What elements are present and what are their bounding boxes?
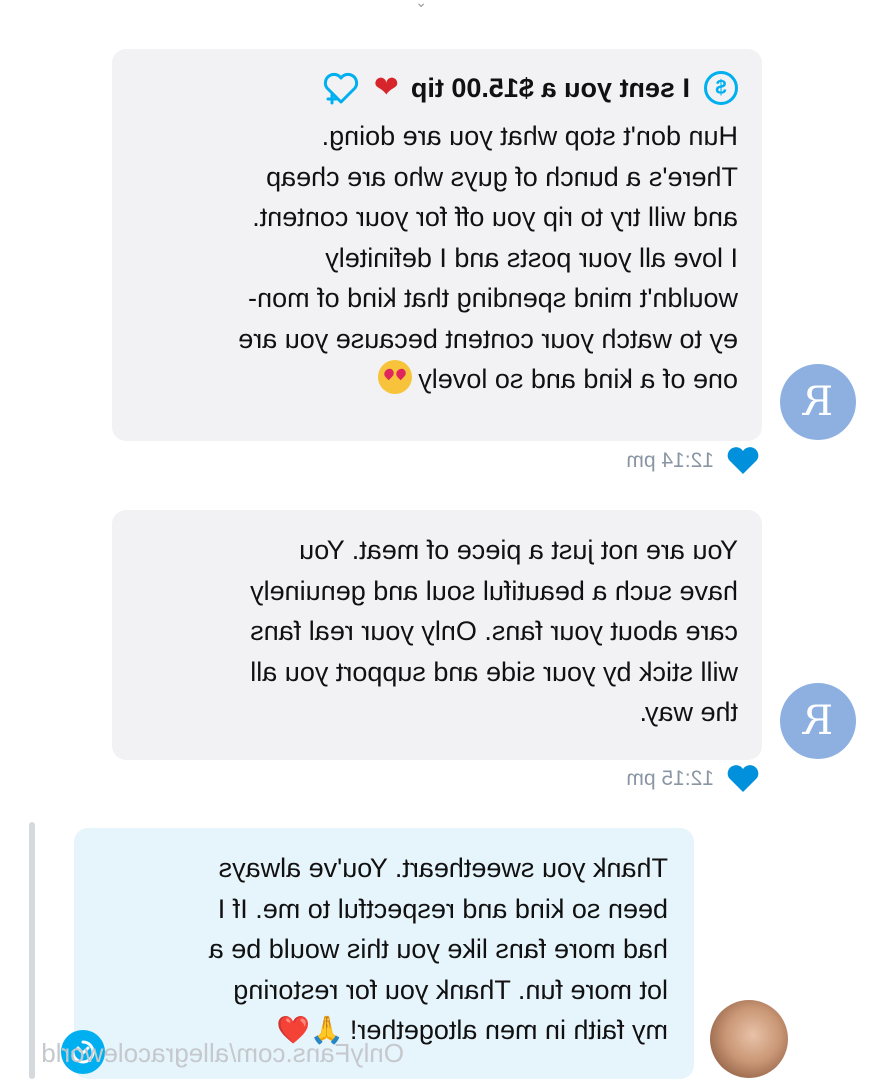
heart-icon[interactable] xyxy=(726,446,760,476)
avatar[interactable]: R xyxy=(780,683,856,759)
top-indicator: ⌄ xyxy=(415,0,427,10)
message-bubble: You are not just a piece of meat. You ha… xyxy=(112,510,762,760)
chat-screen: ⌄ $ I sent you a $15.00 tip ❤ Hun don't … xyxy=(0,0,892,1079)
red-heart-icon: ❤ xyxy=(373,70,399,104)
like-outline-icon[interactable] xyxy=(322,71,360,105)
message-line: Thank you sweetheart. You've always xyxy=(218,853,668,883)
tip-label: I sent you a $15.00 tip xyxy=(410,72,690,103)
dollar-icon: $ xyxy=(704,71,738,105)
message-line: ey to watch your content because you are xyxy=(238,323,738,354)
scrollbar[interactable] xyxy=(29,822,35,1079)
message-line: You are not just a piece of meat. You xyxy=(299,535,738,565)
message-line: lot more fun. Thank you for restoring xyxy=(233,974,668,1005)
message-line: had more fans like you this would be a xyxy=(208,934,668,964)
message-line-last: one of a kind and so lovely xyxy=(136,359,738,400)
message-line: have such a beautiful soul and genuinely xyxy=(250,575,738,606)
message-line: one of a kind and so lovely xyxy=(418,364,738,394)
message-line: will stick by your side and support you … xyxy=(250,656,738,687)
message-line: and will try to rip you off for your con… xyxy=(252,202,738,232)
tip-header: $ I sent you a $15.00 tip ❤ xyxy=(136,68,738,108)
message-meta: 12:14 pm xyxy=(626,446,760,476)
message-line: I love all your posts and I definitely xyxy=(325,242,738,273)
watermark: OnlyFans.com/allegracoleworld xyxy=(41,1038,404,1068)
message-time: 12:14 pm xyxy=(626,449,714,472)
message-line: been so kind and respectful to me. If I xyxy=(217,893,668,924)
heart-icon[interactable] xyxy=(726,764,760,794)
creator-avatar[interactable] xyxy=(710,1000,788,1078)
heart-eyes-emoji xyxy=(378,360,413,394)
message-line: the way. xyxy=(639,697,738,727)
message-bubble-tip: $ I sent you a $15.00 tip ❤ Hun don't st… xyxy=(112,49,762,441)
message-line: There's a bunch of guys who are cheap xyxy=(266,161,738,192)
message-time: 12:15 pm xyxy=(626,767,714,790)
avatar-initial: R xyxy=(802,379,834,425)
message-meta: 12:15 pm xyxy=(626,764,760,794)
message-line: Hun don't stop what you are doing. xyxy=(321,121,738,151)
avatar[interactable]: R xyxy=(780,364,856,440)
avatar-initial: R xyxy=(802,698,834,744)
message-line: wouldn't mind spending that kind of mon- xyxy=(248,283,738,313)
message-line: care about your fans. Only your real fan… xyxy=(250,616,738,646)
